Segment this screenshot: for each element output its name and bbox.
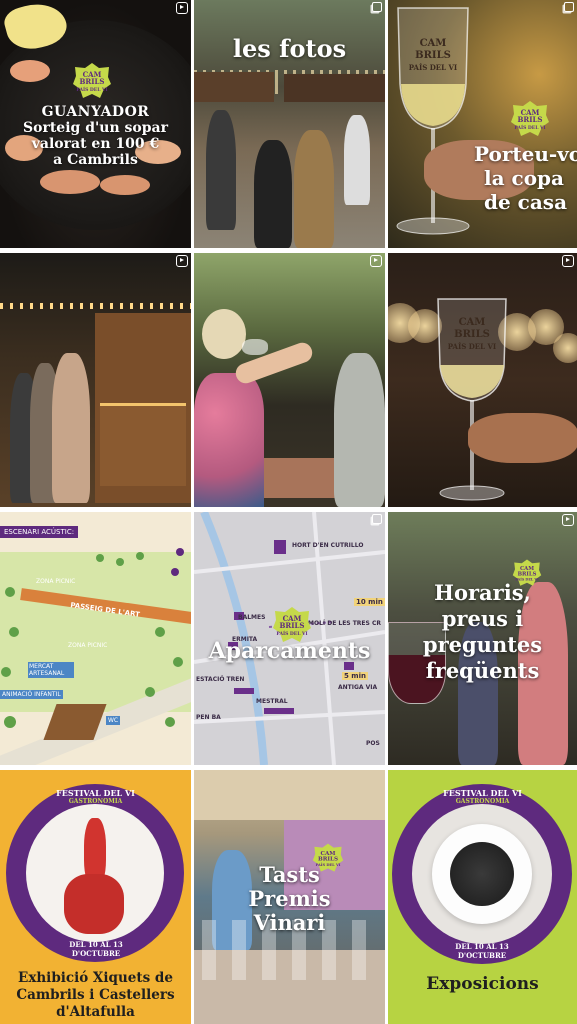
person [344, 115, 370, 205]
string-lights [0, 303, 191, 309]
svg-text:BRILS: BRILS [80, 77, 105, 86]
horaris-title-line: preguntes [422, 632, 543, 657]
wine-glass: CAM BRILS PAÍS DEL VI [396, 7, 470, 235]
bokeh-light [553, 333, 577, 363]
svg-text:BRILS: BRILS [280, 621, 305, 630]
wine-glass: CAM BRILS PAÍS DEL VI [437, 298, 507, 501]
shrimp [40, 170, 100, 194]
walk-time-label: 5 min [342, 672, 368, 680]
map-label: ESTACIÓ TREN [196, 676, 245, 683]
carousel-icon [372, 514, 382, 524]
walk-time-label: 10 min [354, 598, 385, 606]
post-tile-night-stalls[interactable] [0, 253, 191, 507]
porteu-title-line: Porteu-vo [474, 142, 577, 166]
reel-icon [176, 2, 188, 14]
horaris-title-line: freqüents [425, 658, 540, 683]
black-rice-dish [450, 842, 514, 906]
post-tile-horaris[interactable]: CAM BRILS PAÍS DEL VI Horaris, preus i p… [388, 512, 577, 765]
svg-text:PAÍS DEL VI: PAÍS DEL VI [76, 86, 107, 93]
svg-text:PAÍS DEL VI: PAÍS DEL VI [276, 630, 307, 637]
map-label: PEN BA [196, 714, 221, 721]
tent-canopy [194, 770, 385, 820]
reel-icon [562, 255, 574, 267]
reel-icon [176, 255, 188, 267]
map-label: MOLÍ DE LES TRES CR [308, 620, 381, 627]
svg-text:PAÍS DEL VI: PAÍS DEL VI [409, 63, 457, 72]
post-tile-exposicions[interactable]: FESTIVAL DEL VI GASTRONOMIA DEL 10 AL 13… [388, 770, 577, 1024]
exhibicio-caption: Cambrils i Castellers [16, 987, 175, 1003]
exhibicio-caption: Exhibició Xiquets de [18, 970, 173, 986]
post-tile-porteu-la-copa[interactable]: CAM BRILS PAÍS DEL VI CAM BRILS PAÍS DEL… [388, 0, 577, 248]
svg-text:BRILS: BRILS [415, 50, 451, 61]
post-tile-festival-map[interactable]: ESCENARI ACÚSTIC: ZONA PICNIC PASSEIG DE… [0, 512, 191, 765]
horaris-title-line: Horaris, [434, 580, 531, 605]
stall-roof [284, 74, 385, 102]
guanyador-line: a Cambrils [53, 152, 138, 168]
guanyador-title: GUANYADOR [41, 104, 150, 120]
tasts-title-line: Premis [248, 886, 331, 911]
tree-icons [1, 548, 184, 728]
porteu-title-line: de casa [484, 190, 568, 214]
photo-circle [412, 804, 552, 944]
ring-dates: DEL 10 AL 13 D'OCTUBRE [69, 940, 123, 958]
person [294, 130, 334, 248]
woman-dress [194, 373, 264, 507]
svg-text:BRILS: BRILS [518, 115, 543, 124]
post-tile-woman-drinking[interactable] [194, 253, 385, 507]
shrimp [100, 175, 150, 195]
shrimp [10, 60, 50, 82]
les-fotos-title: les fotos [232, 34, 347, 63]
map-label: HORT D'EN CUTRILLO [292, 542, 364, 549]
person [206, 110, 236, 230]
casteller [64, 874, 124, 934]
exhibicio-caption: d'Altafulla [56, 1004, 135, 1020]
svg-text:CAM: CAM [459, 317, 486, 328]
person [334, 353, 385, 507]
map-label: MESTRAL [256, 698, 288, 705]
guanyador-line: valorat en 100 € [31, 136, 160, 152]
svg-text:PAÍS DEL VI: PAÍS DEL VI [448, 342, 496, 351]
carousel-icon [564, 2, 574, 12]
person [52, 353, 90, 503]
tasts-title-line: Tasts [259, 862, 320, 887]
post-grid: CAM BRILS PAÍS DEL VI GUANYADOR Sorteig … [0, 0, 577, 1024]
map-label: POS [366, 740, 380, 747]
ring-sub-text: GASTRONOMIA [455, 798, 510, 805]
hand [468, 413, 577, 463]
porteu-title-line: la copa [484, 166, 564, 190]
stall-roof [194, 72, 274, 102]
aparcaments-title: Aparcaments [208, 638, 371, 664]
woman-hair [202, 309, 246, 359]
wine-glass [242, 339, 268, 355]
horaris-title-line: preus i [441, 606, 524, 631]
ring-dates: DEL 10 AL 13 D'OCTUBRE [455, 942, 509, 960]
cambrils-logo-badge: CAM BRILS PAÍS DEL VI [511, 101, 549, 136]
photo-circle [26, 804, 164, 942]
map-label: BALMES [238, 614, 266, 621]
post-tile-tasts-premis-vinari[interactable]: CAM BRILS PAÍS DEL VI Tasts Premis Vinar… [194, 770, 385, 1024]
exposicions-caption: Exposicions [426, 974, 539, 994]
ring-top-text: FESTIVAL DEL VI [56, 788, 135, 798]
post-tile-aparcaments[interactable]: HORT D'EN CUTRILLO BALMES MOLÍ DE LES TR… [194, 512, 385, 765]
post-tile-guanyador[interactable]: CAM BRILS PAÍS DEL VI GUANYADOR Sorteig … [0, 0, 191, 248]
post-tile-exhibicio-xiquets[interactable]: FESTIVAL DEL VI GASTRONOMIA DEL 10 AL 13… [0, 770, 191, 1024]
person [254, 140, 292, 248]
svg-text:CAM: CAM [420, 38, 447, 49]
map-label: ANTIGA VIA [338, 684, 378, 691]
svg-text:BRILS: BRILS [454, 329, 490, 340]
svg-text:BRILS: BRILS [518, 571, 537, 577]
svg-text:PAÍS DEL VI: PAÍS DEL VI [514, 124, 545, 131]
ring-sub-text: GASTRONOMIA [68, 798, 123, 805]
post-tile-les-fotos[interactable]: les fotos [194, 0, 385, 248]
tasts-title-line: Vinari [253, 910, 326, 935]
carousel-icon [372, 2, 382, 12]
ring-top-text: FESTIVAL DEL VI [443, 788, 522, 798]
stall-counter [100, 403, 186, 486]
reel-icon [370, 255, 382, 267]
cambrils-logo-badge: CAM BRILS PAÍS DEL VI [73, 63, 111, 98]
reel-icon [562, 514, 574, 526]
post-tile-glass-bokeh[interactable]: CAM BRILS PAÍS DEL VI [388, 253, 577, 507]
guanyador-line: Sorteig d'un sopar [23, 120, 168, 136]
